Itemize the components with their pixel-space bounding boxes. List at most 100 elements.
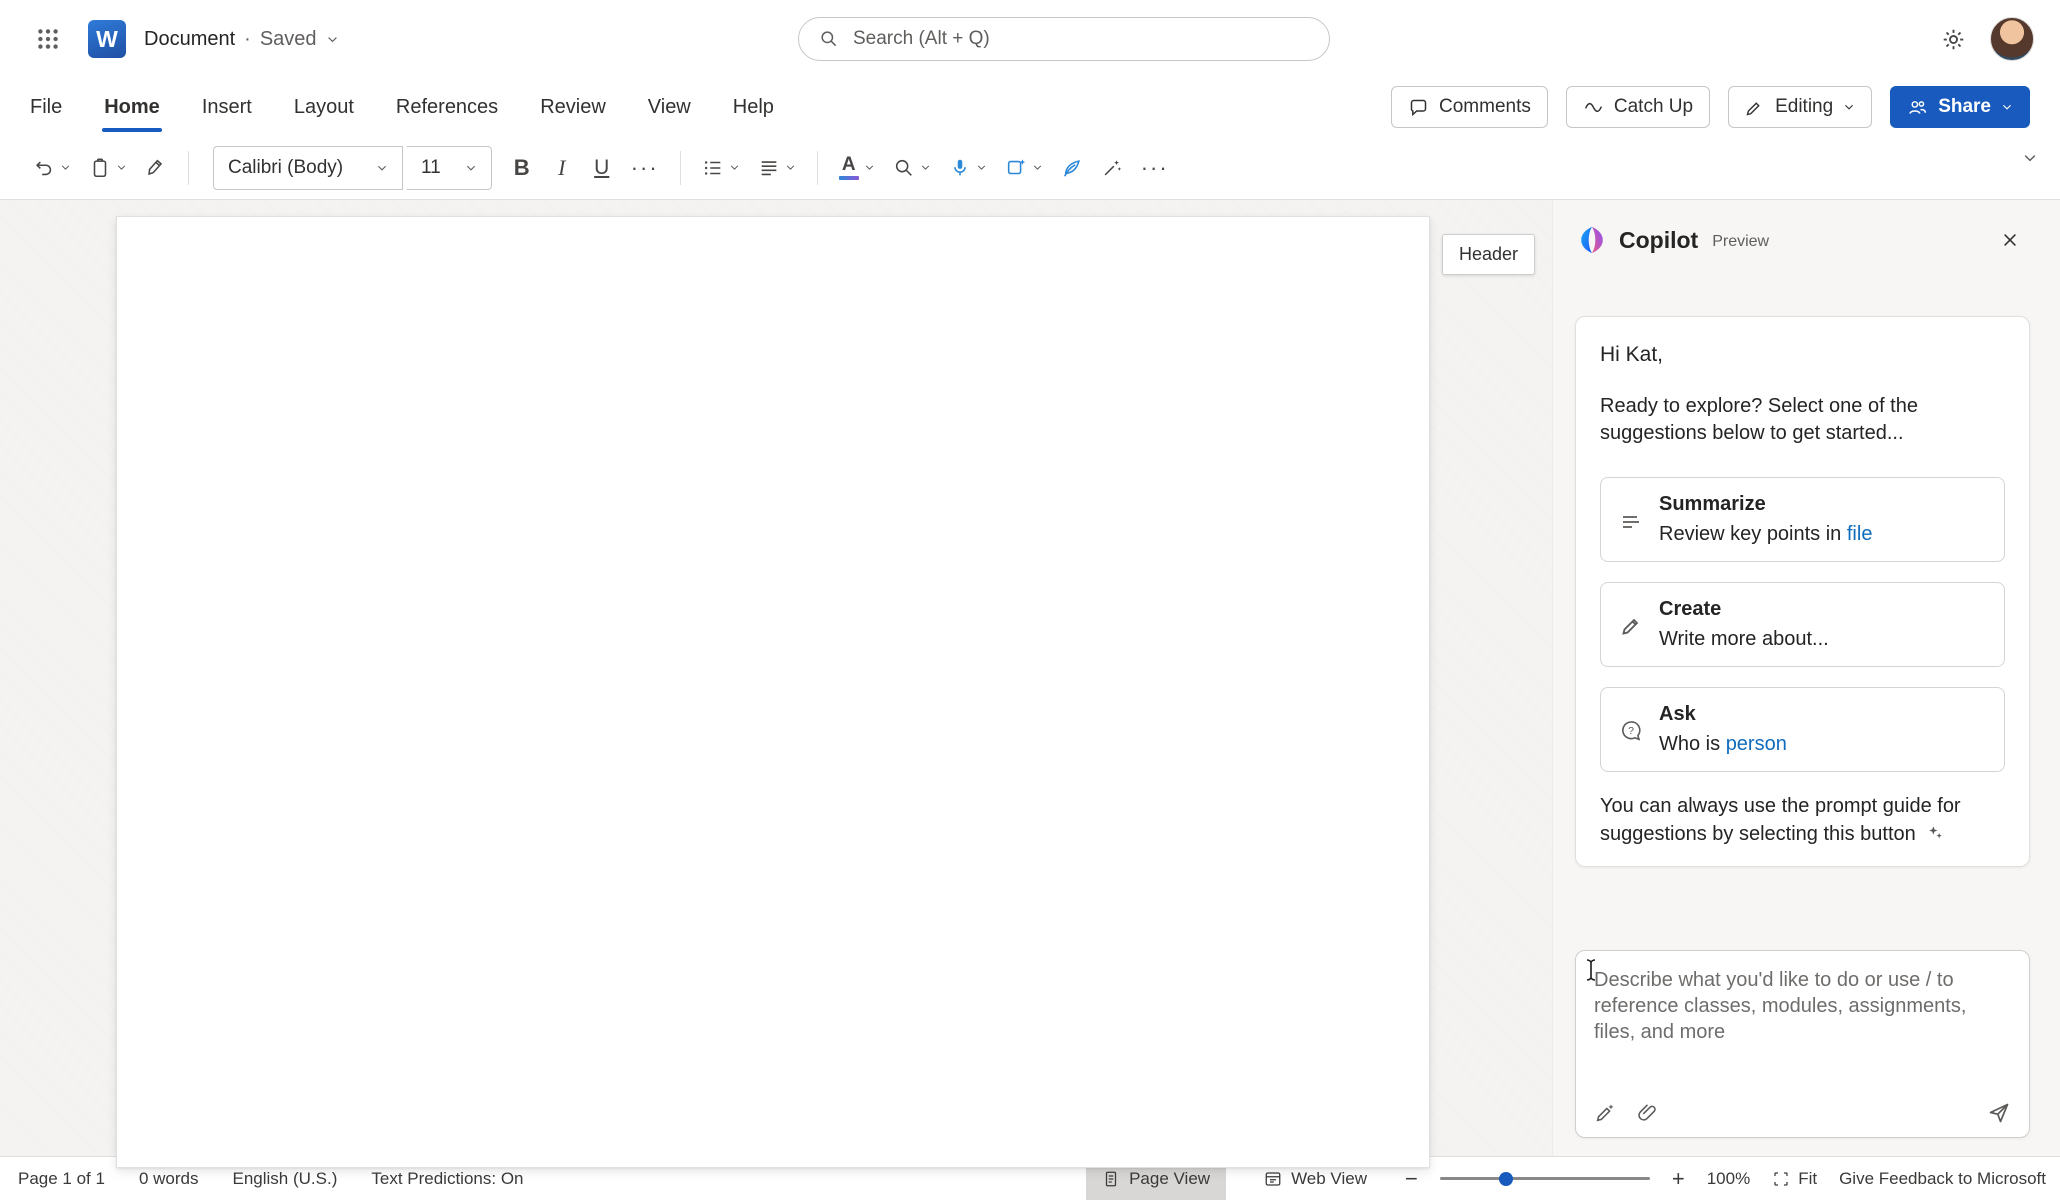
tab-references[interactable]: References [396,78,498,136]
prompt-guide-note: You can always use the prompt guide for … [1600,792,2005,848]
top-bar-right [1941,17,2034,61]
font-size-select[interactable]: 11 [407,146,492,190]
ribbon-actions: Comments Catch Up Editing [1391,86,2030,128]
format-painter-button[interactable] [138,146,174,190]
prompt-actions [1594,1095,2011,1125]
chevron-down-icon [465,162,477,174]
bullet-list-button[interactable] [695,146,747,190]
text-predictions-status[interactable]: Text Predictions: On [371,1169,523,1189]
summarize-icon [1619,493,1643,546]
copilot-prompt-box[interactable] [1575,950,2030,1138]
prompt-guide-note-text: You can always use the prompt guide for … [1600,795,1961,845]
zoom-in-button[interactable]: + [1672,1166,1685,1192]
editor-button[interactable] [1054,146,1090,190]
comments-label: Comments [1439,96,1531,118]
dictate-button[interactable] [942,146,994,190]
zoom-level[interactable]: 100% [1707,1169,1750,1189]
alignment-button[interactable] [751,146,803,190]
suggestion-ask[interactable]: ? Ask Who is person [1600,687,2005,772]
chevron-down-icon [60,162,71,173]
copilot-prompt-input[interactable] [1594,967,2011,1095]
search-input[interactable] [853,28,1309,50]
tab-help[interactable]: Help [733,78,774,136]
title-separator: · [244,28,251,51]
share-button[interactable]: Share [1890,86,2030,128]
search-bar[interactable] [798,17,1330,61]
copilot-header: Copilot Preview [1575,222,2030,258]
fit-icon [1772,1170,1790,1188]
page-count[interactable]: Page 1 of 1 [18,1169,105,1189]
suggestion-summarize[interactable]: Summarize Review key points in file [1600,477,2005,562]
ribbon-tabs: File Home Insert Layout References Revie… [0,78,2060,136]
copilot-title: Copilot [1619,227,1698,254]
tab-insert[interactable]: Insert [202,78,252,136]
tab-review[interactable]: Review [540,78,606,136]
send-button[interactable] [1987,1101,2011,1125]
app-launcher-button[interactable] [26,17,70,61]
editing-label: Editing [1775,96,1833,118]
more-dots-icon: ··· [1141,155,1169,181]
zoom-thumb[interactable] [1499,1172,1513,1186]
feedback-link[interactable]: Give Feedback to Microsoft [1839,1169,2046,1189]
person-link[interactable]: person [1726,733,1787,755]
svg-text:?: ? [1628,725,1634,737]
chevron-down-icon [2022,150,2038,166]
paste-button[interactable] [82,146,134,190]
font-name-select[interactable]: Calibri (Body) [213,146,403,190]
suggestion-title: Ask [1659,703,1787,726]
close-copilot-button[interactable] [1992,222,2028,258]
zoom-slider[interactable] [1440,1169,1650,1189]
bold-button[interactable]: B [504,146,540,190]
comments-button[interactable]: Comments [1391,86,1548,128]
undo-button[interactable] [26,146,78,190]
prompt-guide-button[interactable] [1594,1102,1616,1124]
suggestion-text-prefix: Review key points in [1659,523,1847,545]
more-dots-icon: ··· [631,155,659,181]
designer-button[interactable] [998,146,1050,190]
pencil-icon [1745,97,1765,117]
document-title-menu[interactable]: Document · Saved [144,28,339,51]
share-label: Share [1938,96,1991,118]
tab-home[interactable]: Home [104,78,160,136]
fit-label: Fit [1798,1169,1817,1189]
italic-button[interactable]: I [544,146,580,190]
chevron-down-icon [326,33,339,46]
language-status[interactable]: English (U.S.) [233,1169,338,1189]
suggestion-text: Write more about... [1659,628,1829,651]
ribbon-collapse-button[interactable] [2022,150,2038,166]
header-tab[interactable]: Header [1442,234,1535,275]
comment-icon [1408,97,1429,118]
user-avatar[interactable] [1990,17,2034,61]
attach-file-button[interactable] [1636,1102,1658,1124]
align-icon [758,157,780,179]
suggestion-text-prefix: Who is [1659,733,1726,755]
document-page[interactable] [116,216,1430,1168]
word-count[interactable]: 0 words [139,1169,199,1189]
font-color-icon: A [839,155,859,180]
tab-file[interactable]: File [30,78,62,136]
more-font-options-button[interactable]: ··· [624,146,666,190]
font-color-button[interactable]: A [832,146,882,190]
more-commands-button[interactable]: ··· [1134,146,1176,190]
tab-view[interactable]: View [648,78,691,136]
top-bar: W Document · Saved [0,0,2060,78]
catch-up-button[interactable]: Catch Up [1566,86,1710,128]
copilot-panel: Copilot Preview Hi Kat, Ready to explore… [1552,200,2060,1156]
document-title: Document [144,28,235,51]
fit-button[interactable]: Fit [1772,1169,1817,1189]
tab-layout[interactable]: Layout [294,78,354,136]
editing-mode-button[interactable]: Editing [1728,86,1872,128]
settings-button[interactable] [1941,27,1966,52]
file-link[interactable]: file [1847,523,1873,545]
find-button[interactable] [886,146,938,190]
chevron-down-icon [785,162,796,173]
main-area: Header [0,200,2060,1156]
suggestion-create[interactable]: Create Write more about... [1600,582,2005,667]
magic-wand-button[interactable] [1094,146,1130,190]
close-icon [2001,231,2019,249]
word-logo[interactable]: W [88,20,126,58]
find-icon [893,157,915,179]
suggestion-title: Summarize [1659,493,1872,516]
zoom-out-button[interactable]: − [1405,1166,1418,1192]
underline-button[interactable]: U [584,146,620,190]
